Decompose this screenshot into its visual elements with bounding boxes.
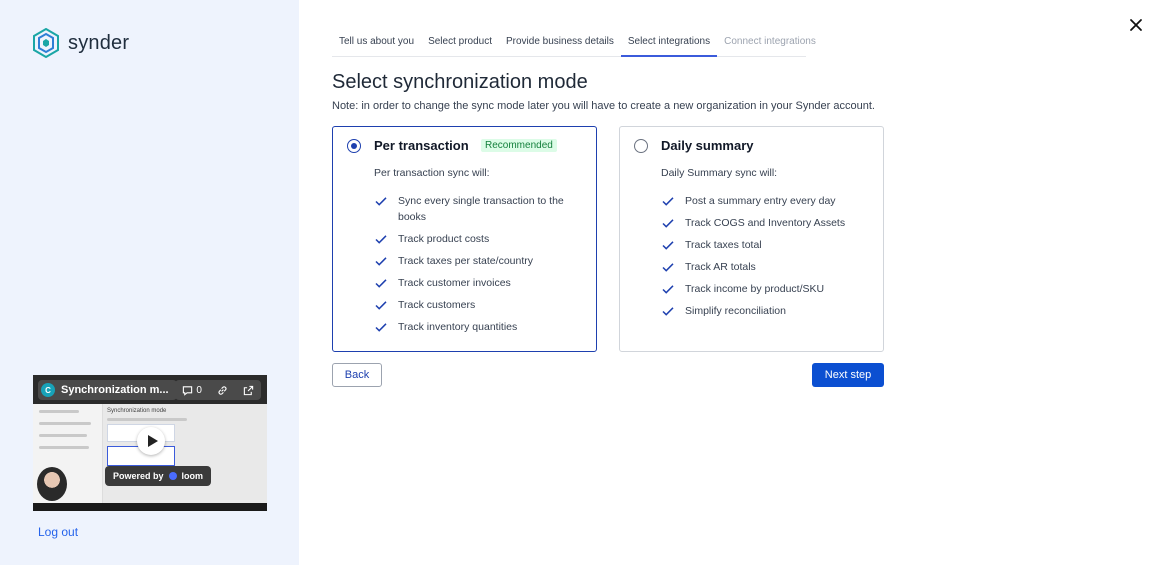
powered-by-badge[interactable]: Powered by loom — [105, 466, 212, 486]
comment-icon — [183, 385, 193, 396]
check-icon — [662, 285, 674, 294]
feature-list: Post a summary entry every day Track COG… — [661, 193, 871, 325]
option-subtitle: Per transaction sync will: — [374, 167, 490, 179]
provider-name: loom — [181, 471, 204, 481]
step-tell-us-about-you[interactable]: Tell us about you — [332, 30, 421, 57]
option-title: Daily summary — [661, 138, 754, 153]
feature-text: Track product costs — [398, 233, 490, 245]
check-icon — [375, 279, 387, 288]
feature-text: Track customer invoices — [398, 277, 511, 289]
option-title: Per transaction — [374, 138, 469, 153]
video-header: C Synchronization m... 0 — [33, 375, 267, 404]
channel-avatar: C — [41, 383, 55, 397]
feature-item: Track inventory quantities — [374, 319, 584, 335]
powered-by-label: Powered by — [113, 471, 164, 481]
check-icon — [662, 263, 674, 272]
next-step-button[interactable]: Next step — [812, 363, 884, 387]
check-icon — [375, 197, 387, 206]
daily-summary-radio[interactable] — [634, 139, 648, 153]
feature-item: Track product costs — [374, 231, 584, 247]
step-provide-business-details[interactable]: Provide business details — [499, 30, 621, 57]
video-player[interactable]: Synchronization mode C Synchronization m… — [33, 375, 267, 511]
feature-text: Track customers — [398, 299, 476, 311]
feature-text: Post a summary entry every day — [685, 195, 836, 207]
step-connect-integrations: Connect integrations — [724, 36, 816, 47]
option-per-transaction[interactable]: Per transaction Recommended Per transact… — [332, 126, 597, 352]
comment-count: 0 — [196, 384, 202, 396]
brand-logo[interactable]: synder — [32, 28, 129, 58]
check-icon — [375, 323, 387, 332]
feature-item: Simplify reconciliation — [661, 303, 871, 319]
page-note: Note: in order to change the sync mode l… — [332, 100, 875, 112]
feature-text: Track COGS and Inventory Assets — [685, 217, 846, 229]
feature-item: Track taxes per state/country — [374, 253, 584, 269]
check-icon — [662, 197, 674, 206]
check-icon — [375, 235, 387, 244]
check-icon — [375, 301, 387, 310]
sidebar: synder Synchronization mode C Synchroniz… — [0, 0, 299, 565]
play-button[interactable] — [137, 427, 165, 455]
feature-list: Sync every single transaction to the boo… — [374, 193, 584, 341]
feature-text: Track taxes per state/country — [398, 255, 533, 267]
feature-item: Track customers — [374, 297, 584, 313]
step-select-product[interactable]: Select product — [421, 30, 499, 57]
feature-text: Track inventory quantities — [398, 321, 518, 333]
feature-text: Track taxes total — [685, 239, 762, 251]
feature-item: Track taxes total — [661, 237, 871, 253]
link-icon — [218, 385, 227, 395]
feature-item: Track COGS and Inventory Assets — [661, 215, 871, 231]
video-title-chip[interactable]: C Synchronization m... — [38, 380, 177, 400]
feature-item: Track customer invoices — [374, 275, 584, 291]
back-button[interactable]: Back — [332, 363, 382, 387]
loom-icon — [168, 472, 177, 480]
video-toolbar: 0 — [175, 380, 261, 400]
feature-text: Sync every single transaction to the boo… — [398, 195, 564, 223]
option-subtitle: Daily Summary sync will: — [661, 167, 778, 179]
video-progress-track[interactable] — [33, 503, 267, 511]
check-icon — [662, 307, 674, 316]
page-title: Select synchronization mode — [332, 71, 588, 93]
check-icon — [375, 257, 387, 266]
recommended-badge: Recommended — [481, 139, 557, 152]
brand-name: synder — [68, 31, 130, 54]
step-select-integrations[interactable]: Select integrations — [620, 30, 718, 57]
open-external-button[interactable] — [243, 385, 254, 396]
external-link-icon — [243, 385, 253, 395]
logout-link[interactable]: Log out — [38, 525, 78, 539]
feature-item: Track income by product/SKU — [661, 281, 871, 297]
close-icon[interactable] — [1129, 18, 1143, 32]
feature-item: Post a summary entry every day — [661, 193, 871, 209]
comments-button[interactable]: 0 — [182, 385, 202, 396]
feature-text: Track income by product/SKU — [685, 283, 825, 295]
presenter-avatar — [37, 467, 67, 501]
onboarding-steps: Tell us about you Select product Provide… — [332, 30, 816, 57]
feature-text: Simplify reconciliation — [685, 305, 786, 317]
per-transaction-radio[interactable] — [347, 139, 361, 153]
feature-item: Track AR totals — [661, 259, 871, 275]
option-daily-summary[interactable]: Daily summary Daily Summary sync will: P… — [619, 126, 884, 352]
video-title: Synchronization m... — [61, 384, 169, 396]
feature-text: Track AR totals — [685, 261, 756, 273]
check-icon — [662, 219, 674, 228]
feature-item: Sync every single transaction to the boo… — [374, 193, 584, 225]
video-preview-title: Synchronization mode — [107, 408, 167, 414]
check-icon — [662, 241, 674, 250]
synder-logo-icon — [33, 28, 59, 58]
copy-link-button[interactable] — [217, 385, 228, 396]
